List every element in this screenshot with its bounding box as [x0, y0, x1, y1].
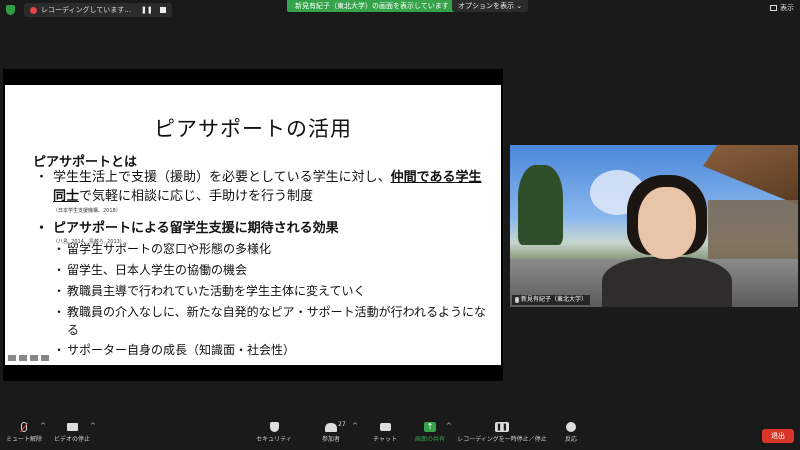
security-label: セキュリティ — [256, 436, 292, 443]
bullet-dot: ・ — [53, 343, 66, 357]
unmute-button[interactable]: ミュート解除 — [6, 420, 42, 443]
view-button-label: 表示 — [780, 4, 794, 12]
bullet-dot: ・ — [53, 263, 66, 277]
audio-options-chevron-icon[interactable]: ^ — [40, 422, 46, 430]
grid-view-icon — [770, 5, 777, 11]
list-item-text: 教職員の介入なしに、新たな自発的なピア・サポート活動が行われるようになる — [67, 305, 487, 337]
stop-video-button[interactable]: ビデオの停止 — [52, 420, 92, 443]
video-options-chevron-icon[interactable]: ^ — [90, 422, 96, 430]
security-button[interactable]: セキュリティ — [256, 420, 292, 443]
citation-1: （日本学生支援機構、2018） — [53, 208, 121, 214]
reactions-label: 反応 — [564, 436, 577, 443]
effects-heading: ピアサポートによる留学生支援に期待される効果 — [53, 221, 339, 236]
list-item-text: 留学生、日本人学生の協働の機会 — [67, 263, 248, 277]
participant-video-tile[interactable]: 新見有紀子（東北大学） — [510, 145, 798, 307]
participant-name: 新見有紀子（東北大学） — [521, 296, 588, 303]
share-screen-label: 画面の共有 — [414, 436, 445, 443]
definition-text-post: で気軽に相談に応じ、手助けを行う制度 — [79, 189, 314, 204]
security-shield-icon[interactable] — [6, 5, 15, 15]
screen-share-banner: 新見有紀子（東北大学）の画面を表示しています — [287, 0, 457, 12]
bullet-dot: ・ — [53, 284, 66, 298]
participant-face — [638, 187, 696, 259]
view-button[interactable]: 表示 — [770, 3, 794, 13]
participant-body — [602, 257, 732, 307]
reaction-smiley-icon — [566, 422, 576, 432]
participants-chevron-icon[interactable]: ^ — [352, 422, 358, 430]
participants-icon — [325, 422, 337, 432]
slide-title: ピアサポートの活用 — [154, 117, 352, 141]
mic-muted-icon — [21, 422, 27, 432]
bullet-dot: ・ — [53, 305, 66, 319]
pen-icon[interactable] — [19, 355, 27, 361]
participants-label: 参加者 — [321, 436, 340, 443]
video-background-roof — [703, 145, 798, 205]
list-item-text: 教職員主導で行われていた活動を学生主体に変えていく — [67, 284, 366, 298]
mic-icon — [515, 297, 519, 303]
view-options-button[interactable]: オプションを表示 ⌄ — [452, 0, 529, 12]
participants-count: 27 — [338, 421, 346, 428]
pause-recording-icon[interactable]: ❚❚ — [141, 6, 153, 14]
presentation-slide: ピアサポートの活用 ピアサポートとは ・ 学生生活上で支援（援助）を必要としてい… — [5, 85, 501, 365]
recording-controls-button[interactable]: ❚❚ レコーディングを一時停止／停止 — [456, 420, 548, 443]
video-background-tree — [518, 165, 563, 245]
previous-slide-icon[interactable] — [8, 355, 16, 361]
camera-icon — [66, 423, 78, 431]
leave-meeting-button[interactable]: 退出 — [762, 429, 794, 443]
definition-text: 学生生活上で支援（援助）を必要としている学生に対し、仲間である学生同士で気軽に相… — [53, 168, 493, 206]
recording-indicator: レコーディングしています... ❚❚ — [24, 3, 172, 17]
share-screen-icon: ↑ — [424, 422, 436, 432]
stop-video-label: ビデオの停止 — [53, 436, 90, 443]
bullet-dot: ・ — [53, 242, 66, 256]
unmute-label: ミュート解除 — [6, 436, 43, 443]
top-bar: レコーディングしています... ❚❚ 新見有紀子（東北大学）の画面を表示していま… — [0, 0, 800, 20]
list-item-text: サポーター自身の成長（知識面・社会性） — [67, 343, 296, 357]
stop-recording-icon[interactable] — [159, 7, 166, 13]
bullet-dot: ・ — [35, 170, 49, 185]
next-slide-icon[interactable] — [41, 355, 49, 361]
chat-label: チャット — [373, 436, 397, 443]
slide-navigation-tools — [8, 355, 49, 361]
share-options-chevron-icon[interactable]: ^ — [446, 422, 452, 430]
meeting-toolbar: ミュート解除 ^ ビデオの停止 ^ セキュリティ 参加者 27 ^ チャット ↑… — [0, 418, 800, 450]
shield-icon — [269, 422, 279, 432]
shared-screen: ピアサポートの活用 ピアサポートとは ・ 学生生活上で支援（援助）を必要としてい… — [3, 69, 503, 381]
pause-stop-recording-icon: ❚❚ — [495, 422, 509, 432]
share-screen-button[interactable]: ↑ 画面の共有 — [410, 420, 450, 443]
chevron-down-icon: ⌄ — [516, 2, 523, 10]
chat-icon — [379, 423, 391, 431]
participant-name-label: 新見有紀子（東北大学） — [512, 295, 591, 305]
slide-menu-icon[interactable] — [30, 355, 38, 361]
definition-text-pre: 学生生活上で支援（援助）を必要としている学生に対し、 — [53, 170, 391, 185]
recording-controls-label: レコーディングを一時停止／停止 — [457, 436, 547, 443]
view-options-label: オプションを表示 — [458, 2, 514, 10]
reactions-button[interactable]: 反応 — [560, 420, 582, 443]
list-item-text: 留学生サポートの窓口や形態の多様化 — [67, 242, 272, 256]
bullet-dot: ・ — [35, 221, 49, 236]
recording-dot-icon — [30, 6, 37, 14]
recording-status-text: レコーディングしています... — [41, 6, 131, 14]
chat-button[interactable]: チャット — [370, 420, 400, 443]
